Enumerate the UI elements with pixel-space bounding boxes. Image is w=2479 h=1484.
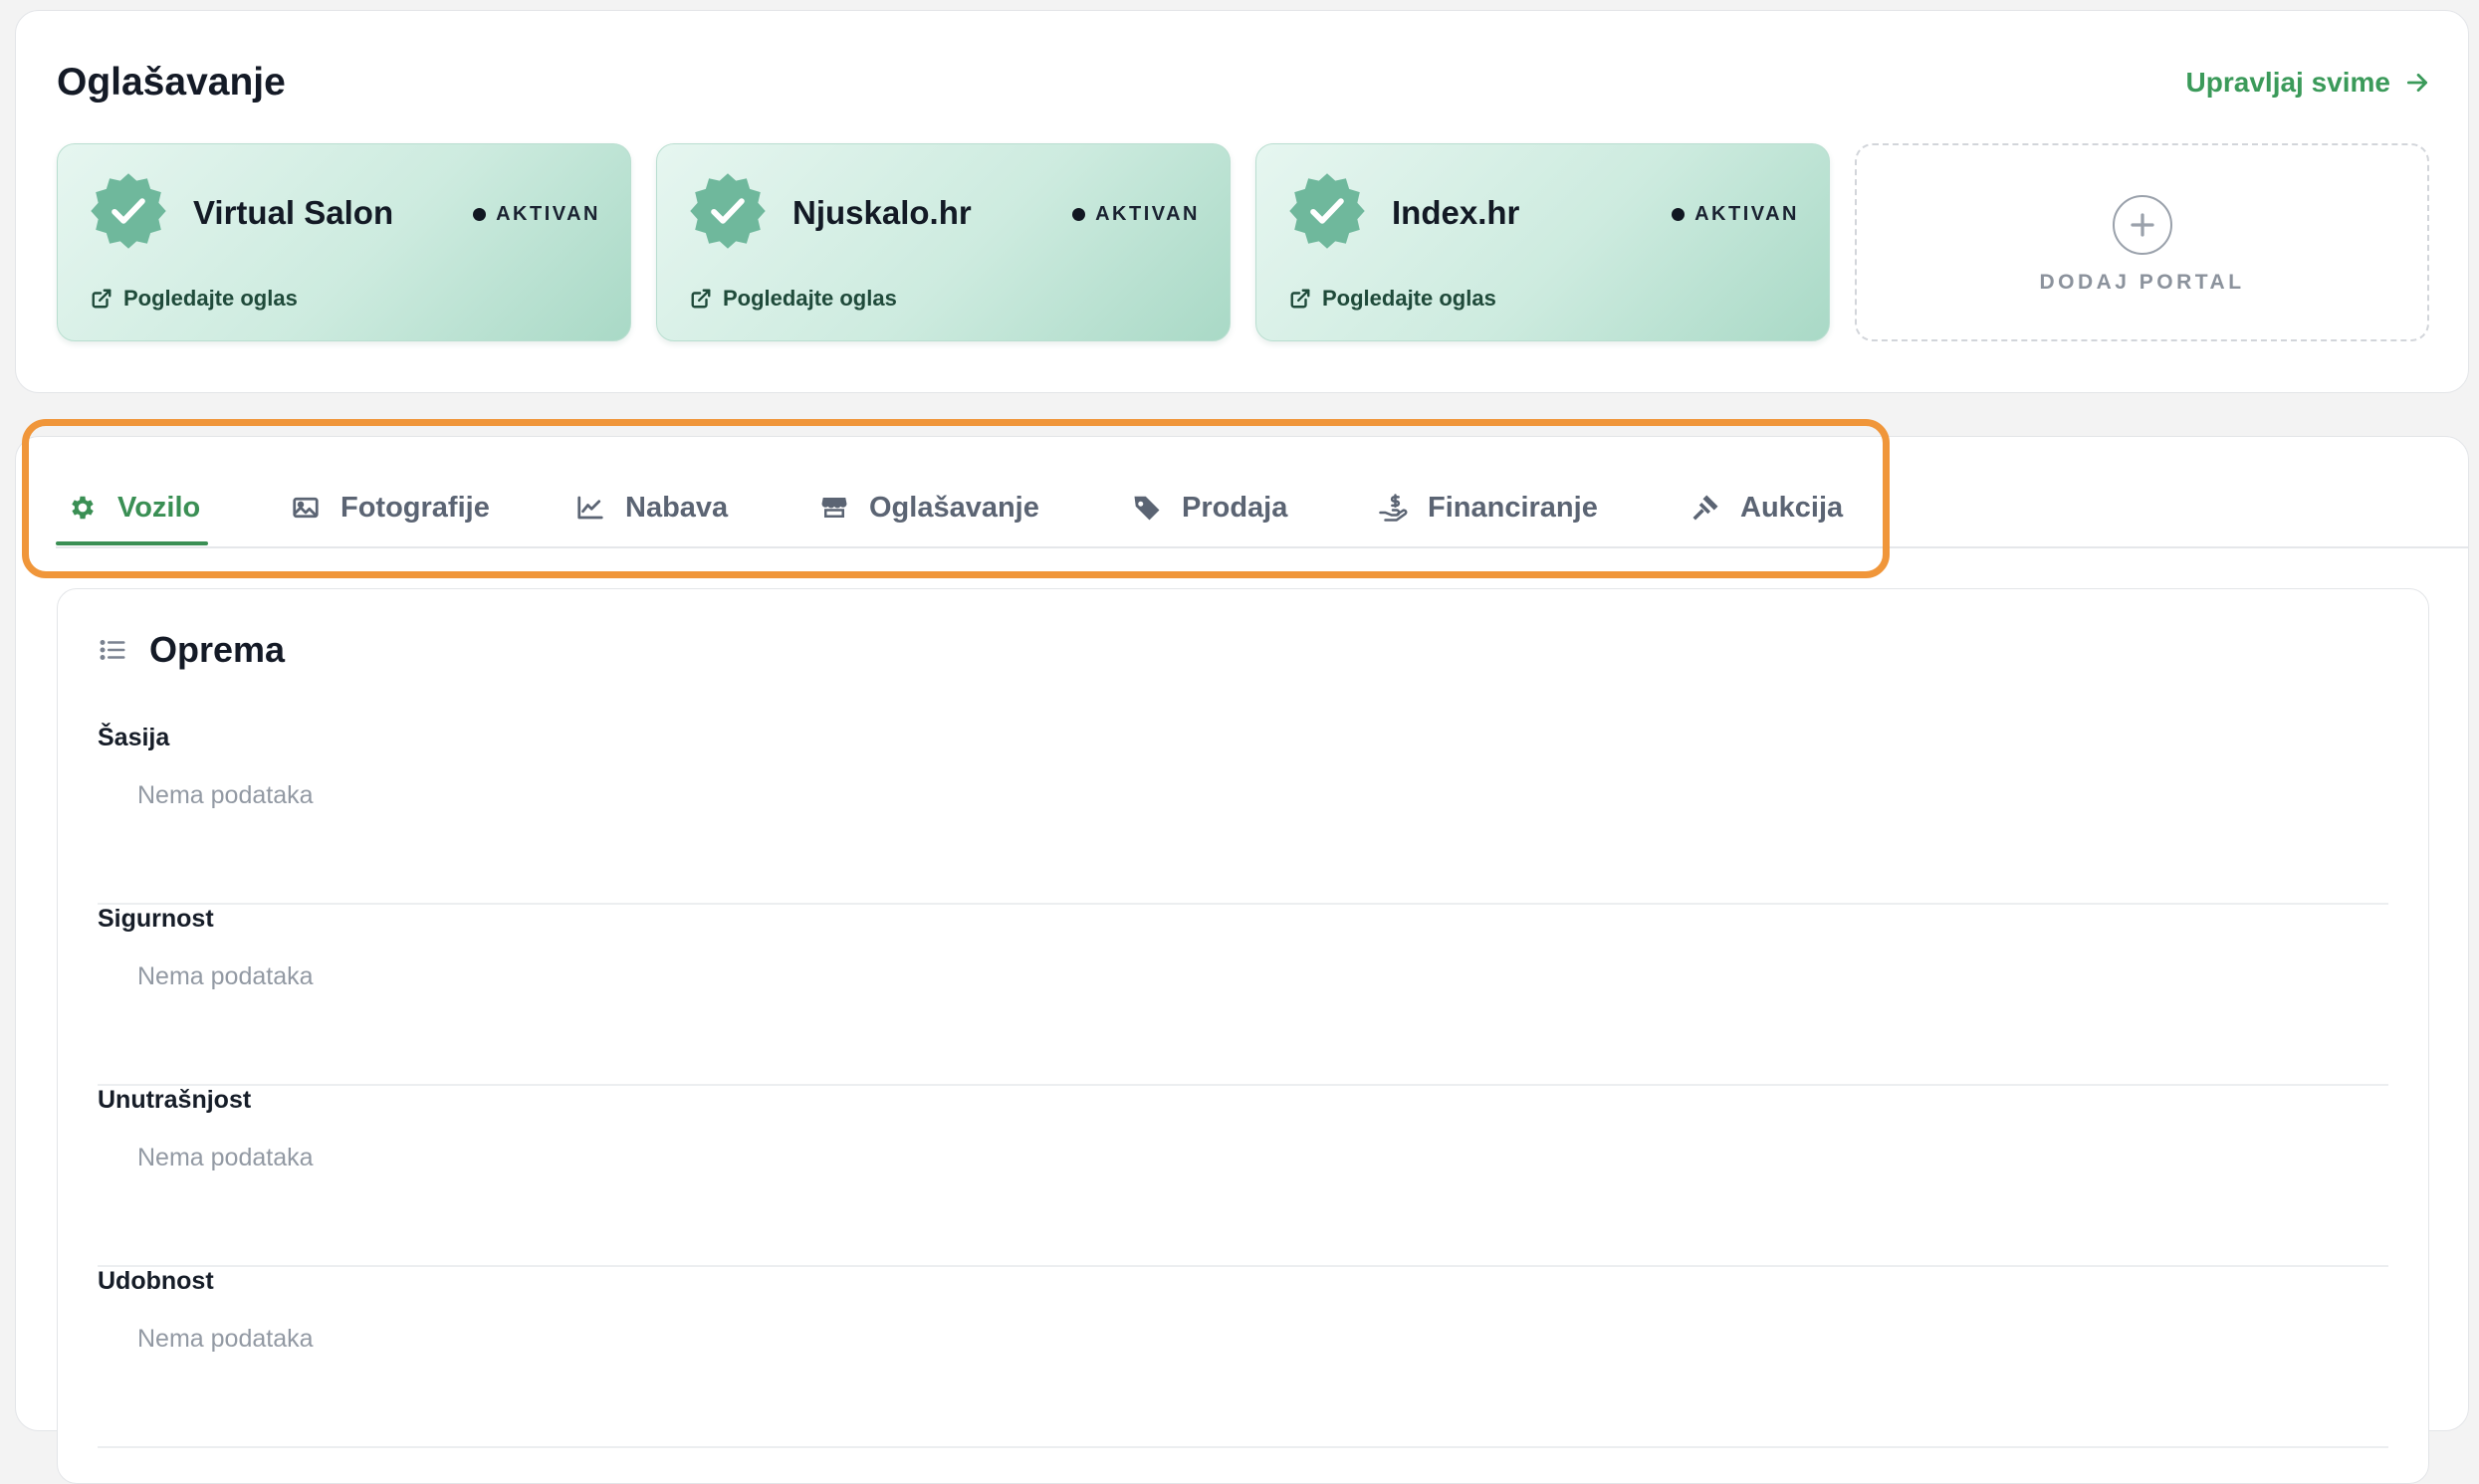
verified-badge-icon	[91, 173, 166, 249]
hand-dollar-icon	[1379, 494, 1408, 522]
section-header: Oprema	[98, 629, 285, 671]
gear-icon	[72, 496, 94, 520]
status-dot	[473, 208, 487, 221]
gavel-icon	[1692, 495, 1718, 521]
portal-name: Index.hr	[1392, 194, 1520, 231]
status-dot	[1072, 208, 1086, 221]
view-ad-label: Pogledajte oglas	[723, 286, 897, 311]
tab-label: Aukcija	[1740, 491, 1844, 524]
status-badge: AKTIVAN	[1672, 203, 1799, 226]
tab-fotografije[interactable]: Fotografije	[291, 467, 490, 548]
portal-card-virtual-salon[interactable]: Virtual Salon AKTIVAN Pogledajte oglas	[57, 143, 631, 341]
tab-label: Nabava	[625, 491, 729, 524]
store-icon	[821, 498, 847, 518]
equipment-group-unutrasnjost: Unutrašnjost Nema podataka	[98, 1086, 2388, 1267]
tab-oglasavanje[interactable]: Oglašavanje	[819, 467, 1039, 548]
group-empty-text: Nema podataka	[137, 1144, 314, 1171]
group-label: Udobnost	[98, 1267, 214, 1295]
external-link-icon	[1290, 289, 1310, 309]
tab-label: Fotografije	[340, 491, 490, 524]
status-badge: AKTIVAN	[473, 203, 600, 226]
external-link-icon	[92, 289, 112, 309]
tab-label: Oglašavanje	[869, 491, 1039, 524]
advertising-panel: Oglašavanje Upravljaj svime Virtual Salo…	[15, 10, 2469, 393]
status-label: AKTIVAN	[496, 203, 600, 225]
manage-all-link[interactable]: Upravljaj svime	[2186, 67, 2430, 99]
advertising-title: Oglašavanje	[57, 61, 286, 104]
view-ad-link[interactable]: Pogledajte oglas	[690, 286, 897, 312]
group-label: Unutrašnjost	[98, 1086, 252, 1114]
group-empty-text: Nema podataka	[137, 781, 314, 809]
portal-card-njuskalo[interactable]: Njuskalo.hr AKTIVAN Pogledajte oglas	[656, 143, 1231, 341]
equipment-group-sasija: Šasija Nema podataka	[98, 724, 2388, 905]
section-title: Oprema	[149, 629, 286, 670]
tab-financiranje[interactable]: Financiranje	[1378, 467, 1598, 548]
verified-badge-icon	[690, 173, 766, 249]
add-portal-label: DODAJ PORTAL	[2039, 271, 2245, 294]
tab-label: Prodaja	[1182, 491, 1288, 524]
status-label: AKTIVAN	[1095, 203, 1200, 225]
tab-nabava[interactable]: Nabava	[575, 467, 728, 548]
chart-line-icon	[577, 496, 603, 520]
equipment-group-sigurnost: Sigurnost Nema podataka	[98, 905, 2388, 1086]
portal-card-index[interactable]: Index.hr AKTIVAN Pogledajte oglas	[1255, 143, 1830, 341]
status-label: AKTIVAN	[1694, 203, 1799, 225]
manage-all-label: Upravljaj svime	[2185, 67, 2390, 98]
verified-badge-icon	[1289, 173, 1365, 249]
tab-label: Vozilo	[117, 491, 201, 524]
tab-vozilo[interactable]: Vozilo	[68, 467, 200, 548]
status-badge: AKTIVAN	[1072, 203, 1200, 226]
portal-name: Virtual Salon	[193, 194, 394, 231]
tab-label: Financiranje	[1428, 491, 1598, 524]
view-ad-link[interactable]: Pogledajte oglas	[91, 286, 298, 312]
group-label: Sigurnost	[98, 905, 214, 933]
tab-prodaja[interactable]: Prodaja	[1132, 467, 1287, 548]
group-empty-text: Nema podataka	[137, 962, 314, 990]
add-portal-button[interactable]: DODAJ PORTAL	[1855, 143, 2429, 341]
view-ad-link[interactable]: Pogledajte oglas	[1289, 286, 1496, 312]
group-empty-text: Nema podataka	[137, 1325, 314, 1353]
portal-name: Njuskalo.hr	[792, 194, 972, 231]
status-dot	[1672, 208, 1686, 221]
view-ad-label: Pogledajte oglas	[1322, 286, 1496, 311]
plus-circle-icon	[2112, 195, 2172, 255]
active-tab-indicator	[56, 541, 208, 545]
view-ad-label: Pogledajte oglas	[123, 286, 298, 311]
list-icon	[100, 640, 125, 660]
image-icon	[293, 497, 319, 519]
external-link-icon	[691, 289, 711, 309]
equipment-section: Oprema Šasija Nema podataka Sigurnost Ne…	[57, 588, 2429, 1484]
group-label: Šasija	[98, 724, 170, 751]
tab-aukcija[interactable]: Aukcija	[1690, 467, 1843, 548]
tag-icon	[1134, 496, 1160, 521]
arrow-right-icon	[2406, 74, 2428, 92]
